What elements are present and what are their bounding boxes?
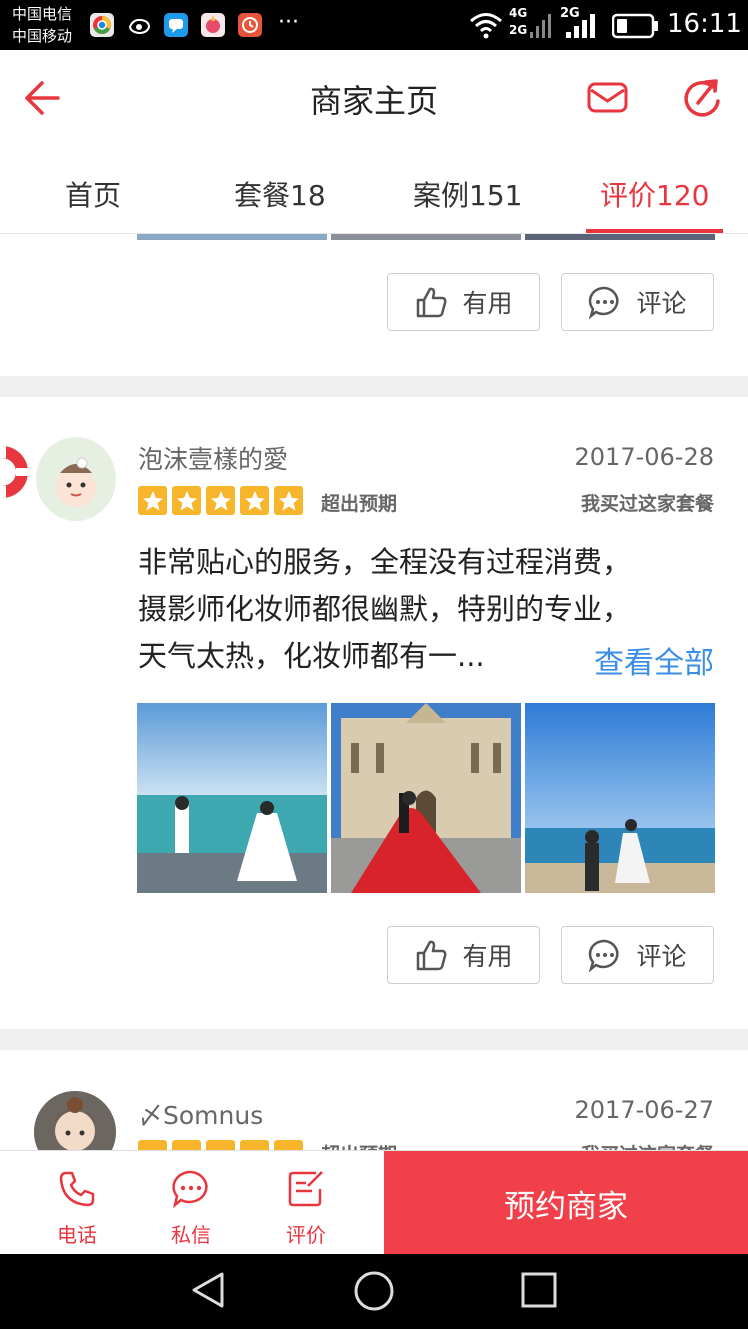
tab-reviews[interactable]: 评价120 <box>600 174 709 214</box>
triangle-back-icon <box>192 1272 224 1308</box>
page-title: 商家主页 <box>309 82 438 120</box>
signal-1-icon <box>528 10 552 44</box>
edit-note-icon <box>288 1171 323 1207</box>
phone-icon <box>59 1171 95 1207</box>
review-photo-partial <box>525 234 715 240</box>
signal-2-icon <box>562 10 596 44</box>
nav-back-button[interactable] <box>188 1270 228 1310</box>
comment-button[interactable]: 评论 <box>561 273 714 331</box>
purchased-badge: 我买过这家套餐 <box>581 1140 714 1150</box>
rating-text: 超出预期 <box>321 493 398 515</box>
private-message-button[interactable]: 私信 <box>151 1151 231 1255</box>
phone-button[interactable]: 电话 <box>37 1151 117 1255</box>
useful-button[interactable]: 有用 <box>387 273 540 331</box>
thumbs-up-icon <box>417 940 447 971</box>
purchased-badge: 我买过这家套餐 <box>580 493 714 515</box>
section-divider <box>0 1029 748 1050</box>
review-item: 〆Somnus 2017-06-27 超出预期 我买过这家套餐 <box>0 1050 748 1150</box>
review-photo-partial <box>137 234 327 240</box>
app-header: 商家主页 <box>0 50 748 144</box>
tab-home[interactable]: 首页 <box>65 174 121 214</box>
lifebuoy-badge <box>0 437 40 507</box>
battery-icon <box>611 13 660 43</box>
circle-home-icon <box>354 1271 394 1311</box>
message-label: 私信 <box>171 1223 211 1247</box>
comment-button[interactable]: 评论 <box>561 926 714 984</box>
star-icon <box>240 486 269 515</box>
mail-icon <box>587 82 628 113</box>
chat-app-icon <box>164 13 188 37</box>
status-time: 16:11 <box>667 9 742 39</box>
tab-packages[interactable]: 套餐18 <box>234 174 326 214</box>
star-rating <box>138 1140 303 1150</box>
comment-bubble-icon <box>589 939 620 972</box>
useful-button[interactable]: 有用 <box>387 926 540 984</box>
wifi-icon <box>468 10 504 44</box>
nav-home-button[interactable] <box>353 1270 395 1312</box>
review-date: 2017-06-28 <box>574 443 714 471</box>
star-icon <box>206 1140 235 1150</box>
tab-cases[interactable]: 案例151 <box>413 174 522 214</box>
section-divider <box>0 376 748 397</box>
review-text-line-2: 摄影师化妆师都很幽默，特别的专业， <box>138 592 632 626</box>
unicorn-app-icon <box>201 13 225 37</box>
chat-bubble-icon <box>172 1170 208 1209</box>
carrier-label-2: 中国移动 <box>12 27 73 45</box>
chrome-app-icon <box>90 13 114 37</box>
review-text-line-1: 非常贴心的服务，全程没有过程消费， <box>138 545 632 579</box>
review-label: 评价 <box>286 1223 326 1247</box>
active-tab-indicator <box>586 229 723 233</box>
star-icon <box>206 486 235 515</box>
review-list[interactable]: 有用 评论 泡沫壹樣的愛 2017-06-28 超出预期 我买过这家套餐 非常贴… <box>0 234 748 1150</box>
review-username[interactable]: 泡沫壹樣的愛 <box>138 440 288 476</box>
avatar[interactable] <box>34 1091 116 1150</box>
comment-bubble-icon <box>589 286 620 319</box>
star-icon <box>240 1140 269 1150</box>
see-all-link[interactable]: 查看全部 <box>594 638 714 682</box>
share-button[interactable] <box>681 77 723 119</box>
thumbs-up-icon <box>417 287 447 318</box>
star-icon <box>274 1140 303 1150</box>
clock-app-icon <box>238 13 262 37</box>
review-username[interactable]: 〆Somnus <box>138 1096 263 1132</box>
message-button[interactable] <box>586 78 630 118</box>
star-icon <box>274 486 303 515</box>
network-type-1b: 2G <box>509 23 528 37</box>
star-rating <box>138 486 303 515</box>
avatar[interactable] <box>36 437 116 521</box>
phone-label: 电话 <box>57 1223 97 1247</box>
carrier-label-1: 中国电信 <box>12 5 73 23</box>
share-icon <box>684 79 720 117</box>
weibo-app-icon <box>127 13 151 37</box>
write-review-button[interactable]: 评价 <box>266 1151 346 1255</box>
review-date: 2017-06-27 <box>574 1096 714 1124</box>
star-icon <box>172 1140 201 1150</box>
review-photo[interactable] <box>137 703 327 893</box>
comment-label: 评论 <box>636 942 687 971</box>
star-icon <box>172 486 201 515</box>
review-photo-partial <box>331 234 521 240</box>
review-photo[interactable] <box>525 703 715 893</box>
star-icon <box>138 486 167 515</box>
system-nav-bar <box>0 1254 748 1329</box>
book-merchant-button[interactable]: 预约商家 <box>384 1151 748 1255</box>
square-recents-icon <box>521 1272 557 1308</box>
review-photo[interactable] <box>331 703 521 893</box>
star-icon <box>138 1140 167 1150</box>
useful-label: 有用 <box>462 289 513 318</box>
status-bar: 中国电信 中国移动 ··· 4G 2G 2G 16:11 <box>0 0 748 50</box>
nav-recents-button[interactable] <box>521 1272 557 1308</box>
overflow-indicator: ··· <box>278 10 299 35</box>
useful-label: 有用 <box>462 942 513 971</box>
comment-label: 评论 <box>636 289 687 318</box>
review-item: 泡沫壹樣的愛 2017-06-28 超出预期 我买过这家套餐 非常贴心的服务，全… <box>0 397 748 1029</box>
network-type-1: 4G <box>509 6 528 20</box>
rating-text: 超出预期 <box>321 1140 397 1150</box>
tab-bar: 首页 套餐18 案例151 评价120 <box>0 144 748 234</box>
bottom-action-bar: 电话 私信 评价 预约商家 <box>0 1150 748 1255</box>
